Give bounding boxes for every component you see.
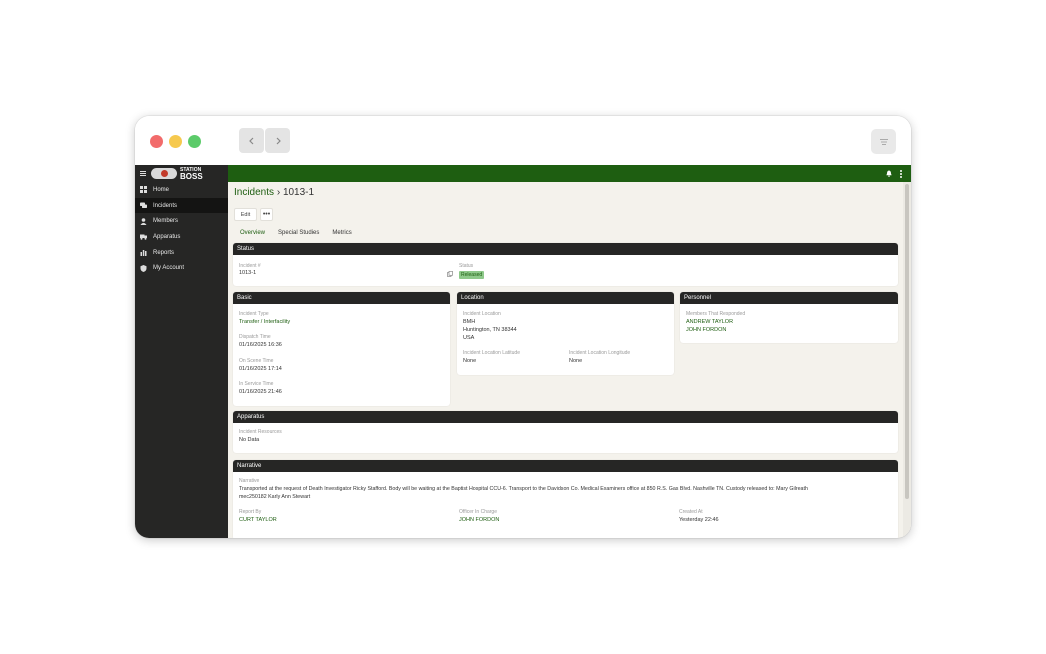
status-label: Status bbox=[459, 263, 474, 269]
latitude-value: None bbox=[463, 358, 477, 364]
sidebar-item-incidents[interactable]: Incidents bbox=[135, 197, 228, 214]
chevron-right-icon bbox=[276, 137, 281, 144]
sidebar-item-label: Home bbox=[153, 186, 170, 193]
tab-metrics[interactable]: Metrics bbox=[332, 230, 351, 236]
narrative-text-line1: Transported at the request of Death Inve… bbox=[239, 486, 808, 492]
sidebar-item-label: Reports bbox=[153, 249, 175, 256]
incident-type-value: Transfer / Interfacility bbox=[239, 319, 291, 325]
narrative-text-line2: mec250182 Karly Ann Stewart bbox=[239, 494, 311, 500]
created-at-value: Yesterday 22:46 bbox=[679, 517, 719, 523]
narrative-card: Narrative Narrative Transported at the r… bbox=[233, 460, 898, 538]
officer-in-charge-label: Officer In Charge bbox=[459, 509, 497, 515]
basic-card: Basic Incident Type Transfer / Interfaci… bbox=[233, 292, 450, 406]
close-window-button[interactable] bbox=[150, 135, 163, 148]
longitude-value: None bbox=[569, 358, 583, 364]
browser-menu-button[interactable] bbox=[871, 129, 896, 154]
forward-button[interactable] bbox=[265, 128, 290, 153]
report-by-value[interactable]: CURT TAYLOR bbox=[239, 516, 277, 525]
bell-icon[interactable] bbox=[886, 170, 892, 177]
menu-lines-icon bbox=[879, 138, 888, 145]
app-topbar bbox=[228, 165, 911, 182]
sidebar-nav: Home Incidents Members Apparatus Reports… bbox=[135, 182, 228, 276]
zoom-window-button[interactable] bbox=[188, 135, 201, 148]
copy-icon[interactable] bbox=[447, 271, 453, 277]
officer-in-charge-value[interactable]: JOHN FORDON bbox=[459, 516, 499, 525]
scrollbar-thumb[interactable] bbox=[905, 184, 909, 499]
sidebar-item-my-account[interactable]: My Account bbox=[135, 260, 228, 276]
truck-icon bbox=[140, 233, 147, 241]
breadcrumb: Incidents › 1013-1 bbox=[234, 187, 314, 198]
sidebar-item-label: My Account bbox=[153, 265, 185, 272]
location-line3: USA bbox=[463, 335, 475, 341]
logo-line2: BOSS bbox=[180, 171, 203, 181]
longitude-label: Incident Location Longitude bbox=[569, 350, 631, 356]
incident-resources-value: No Data bbox=[239, 437, 260, 443]
personnel-card-header: Personnel bbox=[680, 292, 898, 304]
breadcrumb-current: 1013-1 bbox=[282, 187, 315, 198]
location-card-header: Location bbox=[457, 292, 674, 304]
sidebar-item-members[interactable]: Members bbox=[135, 213, 228, 229]
sidebar-item-apparatus[interactable]: Apparatus bbox=[135, 229, 228, 245]
kebab-menu-icon[interactable] bbox=[900, 170, 902, 178]
dispatch-time-value: 01/16/2025 16:36 bbox=[239, 342, 282, 348]
apparatus-card: Apparatus Incident Resources No Data bbox=[233, 411, 898, 453]
more-options-button[interactable]: ••• bbox=[260, 208, 273, 221]
tab-special-studies[interactable]: Special Studies bbox=[278, 230, 319, 236]
narrative-label: Narrative bbox=[239, 478, 260, 484]
action-buttons: Edit ••• bbox=[234, 208, 273, 221]
incident-resources-label: Incident Resources bbox=[239, 429, 282, 435]
breadcrumb-separator: › bbox=[276, 187, 281, 198]
incident-location-label: Incident Location bbox=[463, 311, 501, 317]
breadcrumb-incidents-link[interactable]: Incidents bbox=[234, 187, 274, 198]
location-card: Location Incident Location BMH Huntingto… bbox=[457, 292, 674, 375]
in-service-time-value: 01/16/2025 21:46 bbox=[239, 389, 282, 395]
chat-icon bbox=[140, 202, 147, 209]
status-badge: Released bbox=[459, 271, 485, 279]
apparatus-card-header: Apparatus bbox=[233, 411, 898, 423]
logo-text: STATION BOSS bbox=[180, 167, 203, 181]
on-scene-time-value: 01/16/2025 17:14 bbox=[239, 366, 282, 372]
member-link[interactable]: JOHN FORDON bbox=[686, 326, 726, 335]
back-button[interactable] bbox=[239, 128, 264, 153]
browser-window: STATION BOSS Home Incidents Members Appa… bbox=[135, 116, 911, 538]
personnel-card: Personnel Members That Responded ANDREW … bbox=[680, 292, 898, 343]
narrative-card-header: Narrative bbox=[233, 460, 898, 472]
status-card-header: Status bbox=[233, 243, 898, 255]
in-service-time-label: In Service Time bbox=[239, 381, 274, 387]
created-at-label: Created At bbox=[679, 509, 703, 515]
logo-emblem-icon bbox=[151, 168, 177, 179]
incident-number-value: 1013-1 bbox=[239, 270, 257, 276]
person-icon bbox=[140, 217, 147, 225]
latitude-label: Incident Location Latitude bbox=[463, 350, 520, 356]
edit-button[interactable]: Edit bbox=[234, 208, 257, 221]
tab-overview[interactable]: Overview bbox=[240, 230, 265, 236]
shield-icon bbox=[140, 264, 147, 272]
sidebar-item-reports[interactable]: Reports bbox=[135, 245, 228, 261]
sidebar-item-home[interactable]: Home bbox=[135, 182, 228, 198]
sidebar-header: STATION BOSS bbox=[135, 165, 228, 182]
dispatch-time-label: Dispatch Time bbox=[239, 334, 271, 340]
report-by-label: Report By bbox=[239, 509, 262, 515]
station-boss-logo[interactable]: STATION BOSS bbox=[151, 167, 203, 181]
chevron-left-icon bbox=[248, 137, 253, 144]
sidebar: STATION BOSS Home Incidents Members Appa… bbox=[135, 165, 228, 538]
hamburger-icon[interactable] bbox=[140, 171, 146, 176]
main-area: Incidents › 1013-1 Edit ••• Overview Spe… bbox=[228, 165, 911, 538]
basic-card-header: Basic bbox=[233, 292, 450, 304]
minimize-window-button[interactable] bbox=[169, 135, 182, 148]
sidebar-item-label: Incidents bbox=[153, 202, 178, 209]
sidebar-item-label: Members bbox=[153, 218, 179, 225]
members-responded-label: Members That Responded bbox=[686, 311, 746, 317]
bar-chart-icon bbox=[140, 249, 147, 257]
tab-bar: Overview Special Studies Metrics bbox=[240, 230, 352, 236]
grid-icon bbox=[140, 186, 147, 194]
status-card: Status Incident # 1013-1 Status Released bbox=[233, 243, 898, 286]
window-titlebar bbox=[135, 116, 911, 165]
incident-type-label: Incident Type bbox=[239, 311, 269, 317]
on-scene-time-label: On Scene Time bbox=[239, 358, 274, 364]
sidebar-item-label: Apparatus bbox=[153, 233, 181, 240]
